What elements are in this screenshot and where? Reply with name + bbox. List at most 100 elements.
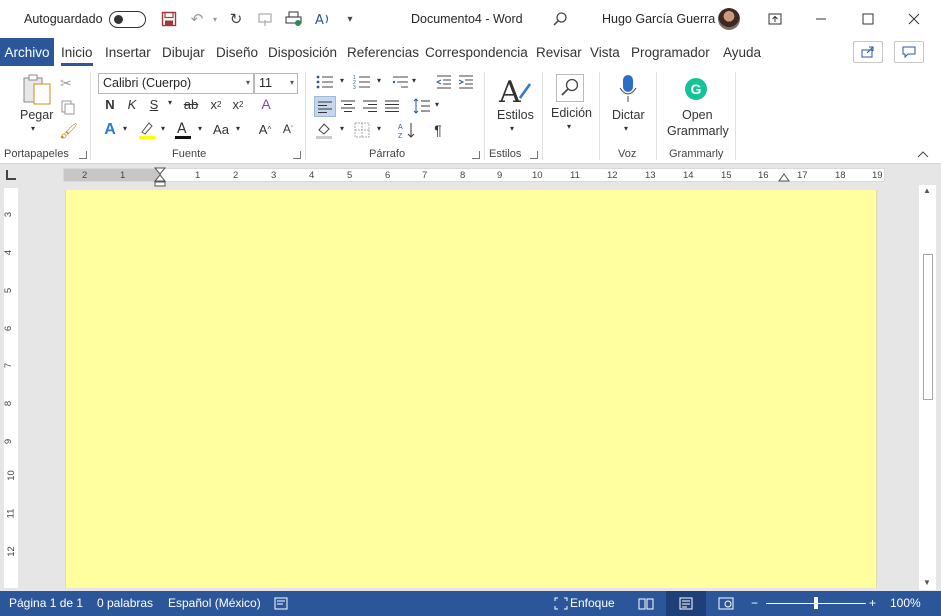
line-spacing-dropdown-icon[interactable]: ▾	[433, 100, 441, 109]
read-aloud-icon[interactable]: A	[313, 9, 333, 29]
bold-button[interactable]: N	[102, 97, 118, 112]
zoom-out-icon[interactable]: −	[751, 596, 758, 610]
close-icon[interactable]	[891, 0, 937, 38]
tab-archivo[interactable]: Archivo	[0, 38, 54, 66]
microphone-icon[interactable]	[618, 74, 638, 107]
customize-qat-icon[interactable]: ▾	[340, 9, 360, 29]
cut-icon[interactable]: ✂	[60, 75, 72, 92]
zoom-in-icon[interactable]: +	[869, 596, 876, 610]
collapse-ribbon-icon[interactable]	[917, 150, 929, 161]
tab-disposicion[interactable]: Disposición	[268, 45, 337, 60]
editing-label[interactable]: Edición	[551, 106, 592, 120]
show-formatting-button[interactable]: ¶	[430, 122, 446, 138]
grow-font-button[interactable]: A ^	[257, 122, 273, 137]
maximize-icon[interactable]	[845, 0, 891, 38]
line-spacing-icon[interactable]	[413, 98, 431, 117]
shading-dropdown-icon[interactable]: ▾	[338, 124, 346, 133]
styles-launcher-icon[interactable]	[530, 151, 538, 159]
copy-icon[interactable]	[60, 99, 76, 118]
save-icon[interactable]	[159, 9, 179, 29]
change-case-button[interactable]: Aa	[210, 122, 232, 137]
redo-icon[interactable]: ↻	[226, 9, 246, 29]
justify-icon[interactable]	[384, 99, 400, 116]
clipboard-launcher-icon[interactable]	[79, 151, 87, 159]
subscript-button[interactable]: x2	[207, 97, 225, 112]
styles-icon[interactable]: A	[498, 74, 532, 111]
bullets-dropdown-icon[interactable]: ▾	[338, 76, 346, 85]
grammarly-icon[interactable]: G	[685, 78, 707, 100]
print-layout-icon[interactable]	[679, 597, 693, 613]
font-launcher-icon[interactable]	[293, 151, 301, 159]
dictate-dropdown-icon[interactable]: ▾	[624, 124, 628, 133]
document-page[interactable]	[65, 190, 877, 588]
dictate-label[interactable]: Dictar	[612, 108, 645, 122]
shading-icon[interactable]	[315, 121, 333, 142]
font-name-combo[interactable]: Calibri (Cuerpo) ▾	[98, 73, 254, 94]
scroll-up-icon[interactable]: ▲	[923, 186, 931, 195]
editing-icon[interactable]	[556, 74, 584, 102]
ruler-strip[interactable]: 2 1 1 2 3 4 5 6 7 8 9 10 11 12 13 14 15 …	[63, 168, 885, 182]
italic-button[interactable]: K	[124, 97, 140, 112]
search-icon[interactable]	[550, 9, 570, 29]
paste-dropdown-icon[interactable]: ▾	[31, 124, 35, 133]
tab-selector-icon[interactable]	[6, 170, 16, 180]
multilevel-list-icon[interactable]	[391, 74, 409, 93]
bullets-icon[interactable]	[316, 74, 334, 93]
text-effects-dropdown-icon[interactable]: ▾	[120, 124, 130, 133]
vertical-ruler[interactable]: 3 4 5 6 7 8 9 10 11 12	[3, 188, 18, 588]
grammarly-label-line1[interactable]: Open	[682, 108, 713, 122]
right-indent-marker-icon[interactable]	[778, 172, 790, 186]
font-color-dropdown-icon[interactable]: ▾	[195, 124, 205, 133]
tab-ayuda[interactable]: Ayuda	[723, 45, 761, 60]
tab-dibujar[interactable]: Dibujar	[162, 45, 205, 60]
format-painter-icon[interactable]: 🖌	[59, 122, 78, 140]
read-mode-icon[interactable]	[638, 597, 654, 613]
web-layout-icon[interactable]	[718, 597, 734, 613]
undo-dropdown-icon[interactable]: ▾	[205, 9, 225, 29]
numbering-icon[interactable]: 123	[353, 74, 371, 93]
superscript-button[interactable]: x2	[229, 97, 247, 112]
indent-marker-icon[interactable]	[153, 167, 167, 190]
comments-button[interactable]	[894, 41, 924, 63]
font-size-combo[interactable]: 11 ▾	[254, 73, 298, 94]
tab-correspondencia[interactable]: Correspondencia	[425, 45, 528, 60]
tab-diseno[interactable]: Diseño	[216, 45, 258, 60]
editing-dropdown-icon[interactable]: ▾	[567, 122, 571, 131]
increase-indent-icon[interactable]	[458, 74, 474, 93]
highlight-icon[interactable]	[138, 120, 156, 140]
horizontal-ruler[interactable]: 2 1 1 2 3 4 5 6 7 8 9 10 11 12 13 14 15 …	[0, 165, 941, 187]
borders-icon[interactable]	[354, 122, 370, 141]
grammarly-label-line2[interactable]: Grammarly	[667, 124, 729, 138]
highlight-dropdown-icon[interactable]: ▾	[158, 124, 168, 133]
zoom-slider-thumb[interactable]	[814, 597, 818, 609]
accessibility-icon[interactable]	[274, 597, 288, 613]
zoom-level[interactable]: 100%	[890, 596, 921, 610]
tab-revisar[interactable]: Revisar	[536, 45, 582, 60]
print-preview-icon[interactable]	[284, 9, 304, 29]
styles-dropdown-icon[interactable]: ▾	[510, 124, 514, 133]
strikethrough-button[interactable]: ab	[180, 97, 202, 112]
user-name[interactable]: Hugo García Guerra	[602, 12, 715, 26]
align-right-icon[interactable]	[362, 99, 378, 116]
underline-dropdown-icon[interactable]: ▾	[165, 98, 175, 107]
tab-referencias[interactable]: Referencias	[347, 45, 419, 60]
minimize-icon[interactable]	[798, 0, 844, 38]
share-button[interactable]	[853, 41, 883, 63]
focus-mode[interactable]: Enfoque	[570, 596, 615, 610]
touch-mode-icon[interactable]	[255, 9, 275, 29]
paragraph-launcher-icon[interactable]	[472, 151, 480, 159]
shrink-font-button[interactable]: Aˇ	[280, 122, 296, 136]
borders-dropdown-icon[interactable]: ▾	[375, 124, 383, 133]
clear-formatting-icon[interactable]: A	[256, 96, 276, 112]
scrollbar-thumb[interactable]	[923, 254, 933, 400]
paste-icon[interactable]	[22, 74, 52, 111]
sort-icon[interactable]: AZ	[398, 121, 418, 142]
ribbon-display-options-icon[interactable]	[752, 0, 798, 38]
text-effects-icon[interactable]: A	[101, 121, 119, 139]
scroll-down-icon[interactable]: ▼	[923, 578, 931, 587]
tab-insertar[interactable]: Insertar	[105, 45, 151, 60]
avatar[interactable]	[718, 8, 740, 30]
page-count[interactable]: Página 1 de 1	[9, 596, 83, 610]
underline-button[interactable]: S	[146, 97, 162, 112]
align-left-button[interactable]	[314, 96, 336, 117]
